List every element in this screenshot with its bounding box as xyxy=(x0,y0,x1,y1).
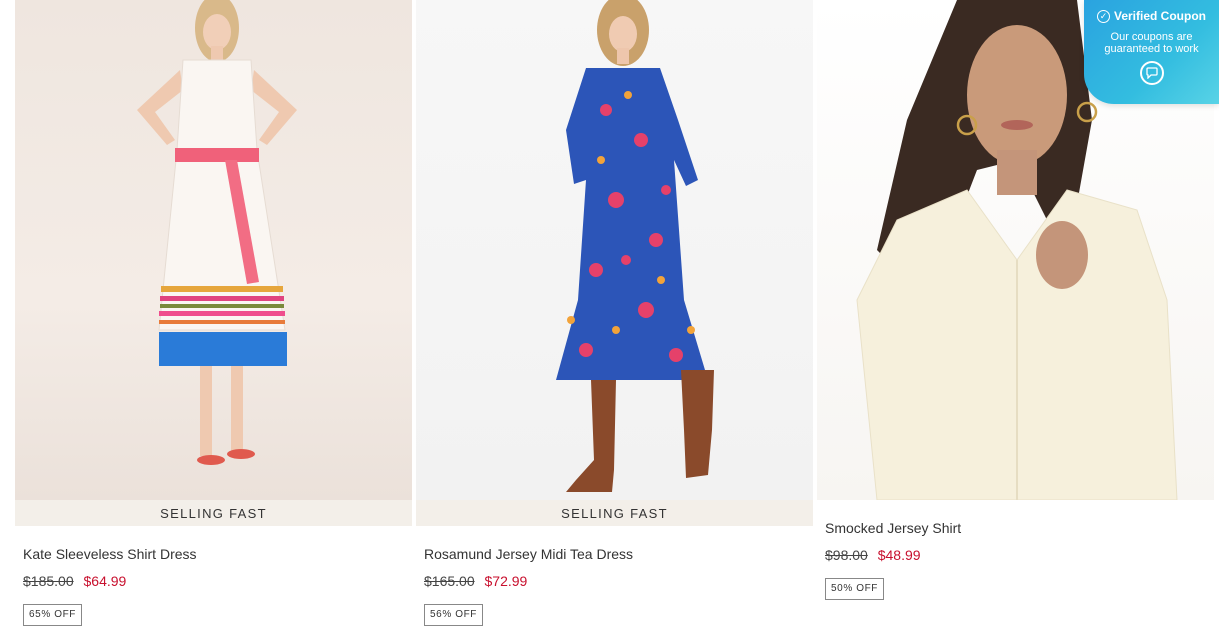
sale-price: $64.99 xyxy=(83,573,127,589)
selling-fast-badge: SELLING FAST xyxy=(15,500,412,526)
price-row: $165.00 $72.99 xyxy=(424,572,805,590)
sale-price: $72.99 xyxy=(484,573,528,589)
coupon-title: Verified Coupon xyxy=(1113,9,1206,23)
coupon-description: Our coupons are guaranteed to work xyxy=(1104,31,1199,55)
original-price: $165.00 xyxy=(424,573,475,589)
product-info: Smocked Jersey Shirt $98.00 $48.99 50% O… xyxy=(817,500,1214,600)
original-price: $98.00 xyxy=(825,547,868,563)
product-name[interactable]: Kate Sleeveless Shirt Dress xyxy=(23,545,404,563)
verified-coupon-widget[interactable]: ✓ Verified Coupon Our coupons are guaran… xyxy=(1084,0,1219,104)
check-circle-icon: ✓ xyxy=(1096,9,1110,23)
discount-badge: 65% OFF xyxy=(23,604,82,626)
selling-fast-badge: SELLING FAST xyxy=(416,500,813,526)
original-price: $185.00 xyxy=(23,573,74,589)
product-card[interactable]: SELLING FAST Rosamund Jersey Midi Tea Dr… xyxy=(416,0,813,626)
product-card[interactable]: SELLING FAST Kate Sleeveless Shirt Dress… xyxy=(15,0,412,626)
price-row: $98.00 $48.99 xyxy=(825,546,1206,564)
product-name[interactable]: Rosamund Jersey Midi Tea Dress xyxy=(424,545,805,563)
sale-price: $48.99 xyxy=(877,547,921,563)
product-image[interactable] xyxy=(15,0,412,500)
product-info: Kate Sleeveless Shirt Dress $185.00 $64.… xyxy=(15,526,412,626)
chat-icon[interactable] xyxy=(1139,61,1164,85)
price-row: $185.00 $64.99 xyxy=(23,572,404,590)
product-name[interactable]: Smocked Jersey Shirt xyxy=(825,519,1206,537)
product-grid: SELLING FAST Kate Sleeveless Shirt Dress… xyxy=(0,0,1219,644)
discount-badge: 56% OFF xyxy=(424,604,483,626)
discount-badge: 50% OFF xyxy=(825,578,884,600)
coupon-title-row: ✓ Verified Coupon xyxy=(1084,9,1219,23)
product-image[interactable] xyxy=(416,0,813,500)
product-info: Rosamund Jersey Midi Tea Dress $165.00 $… xyxy=(416,526,813,626)
